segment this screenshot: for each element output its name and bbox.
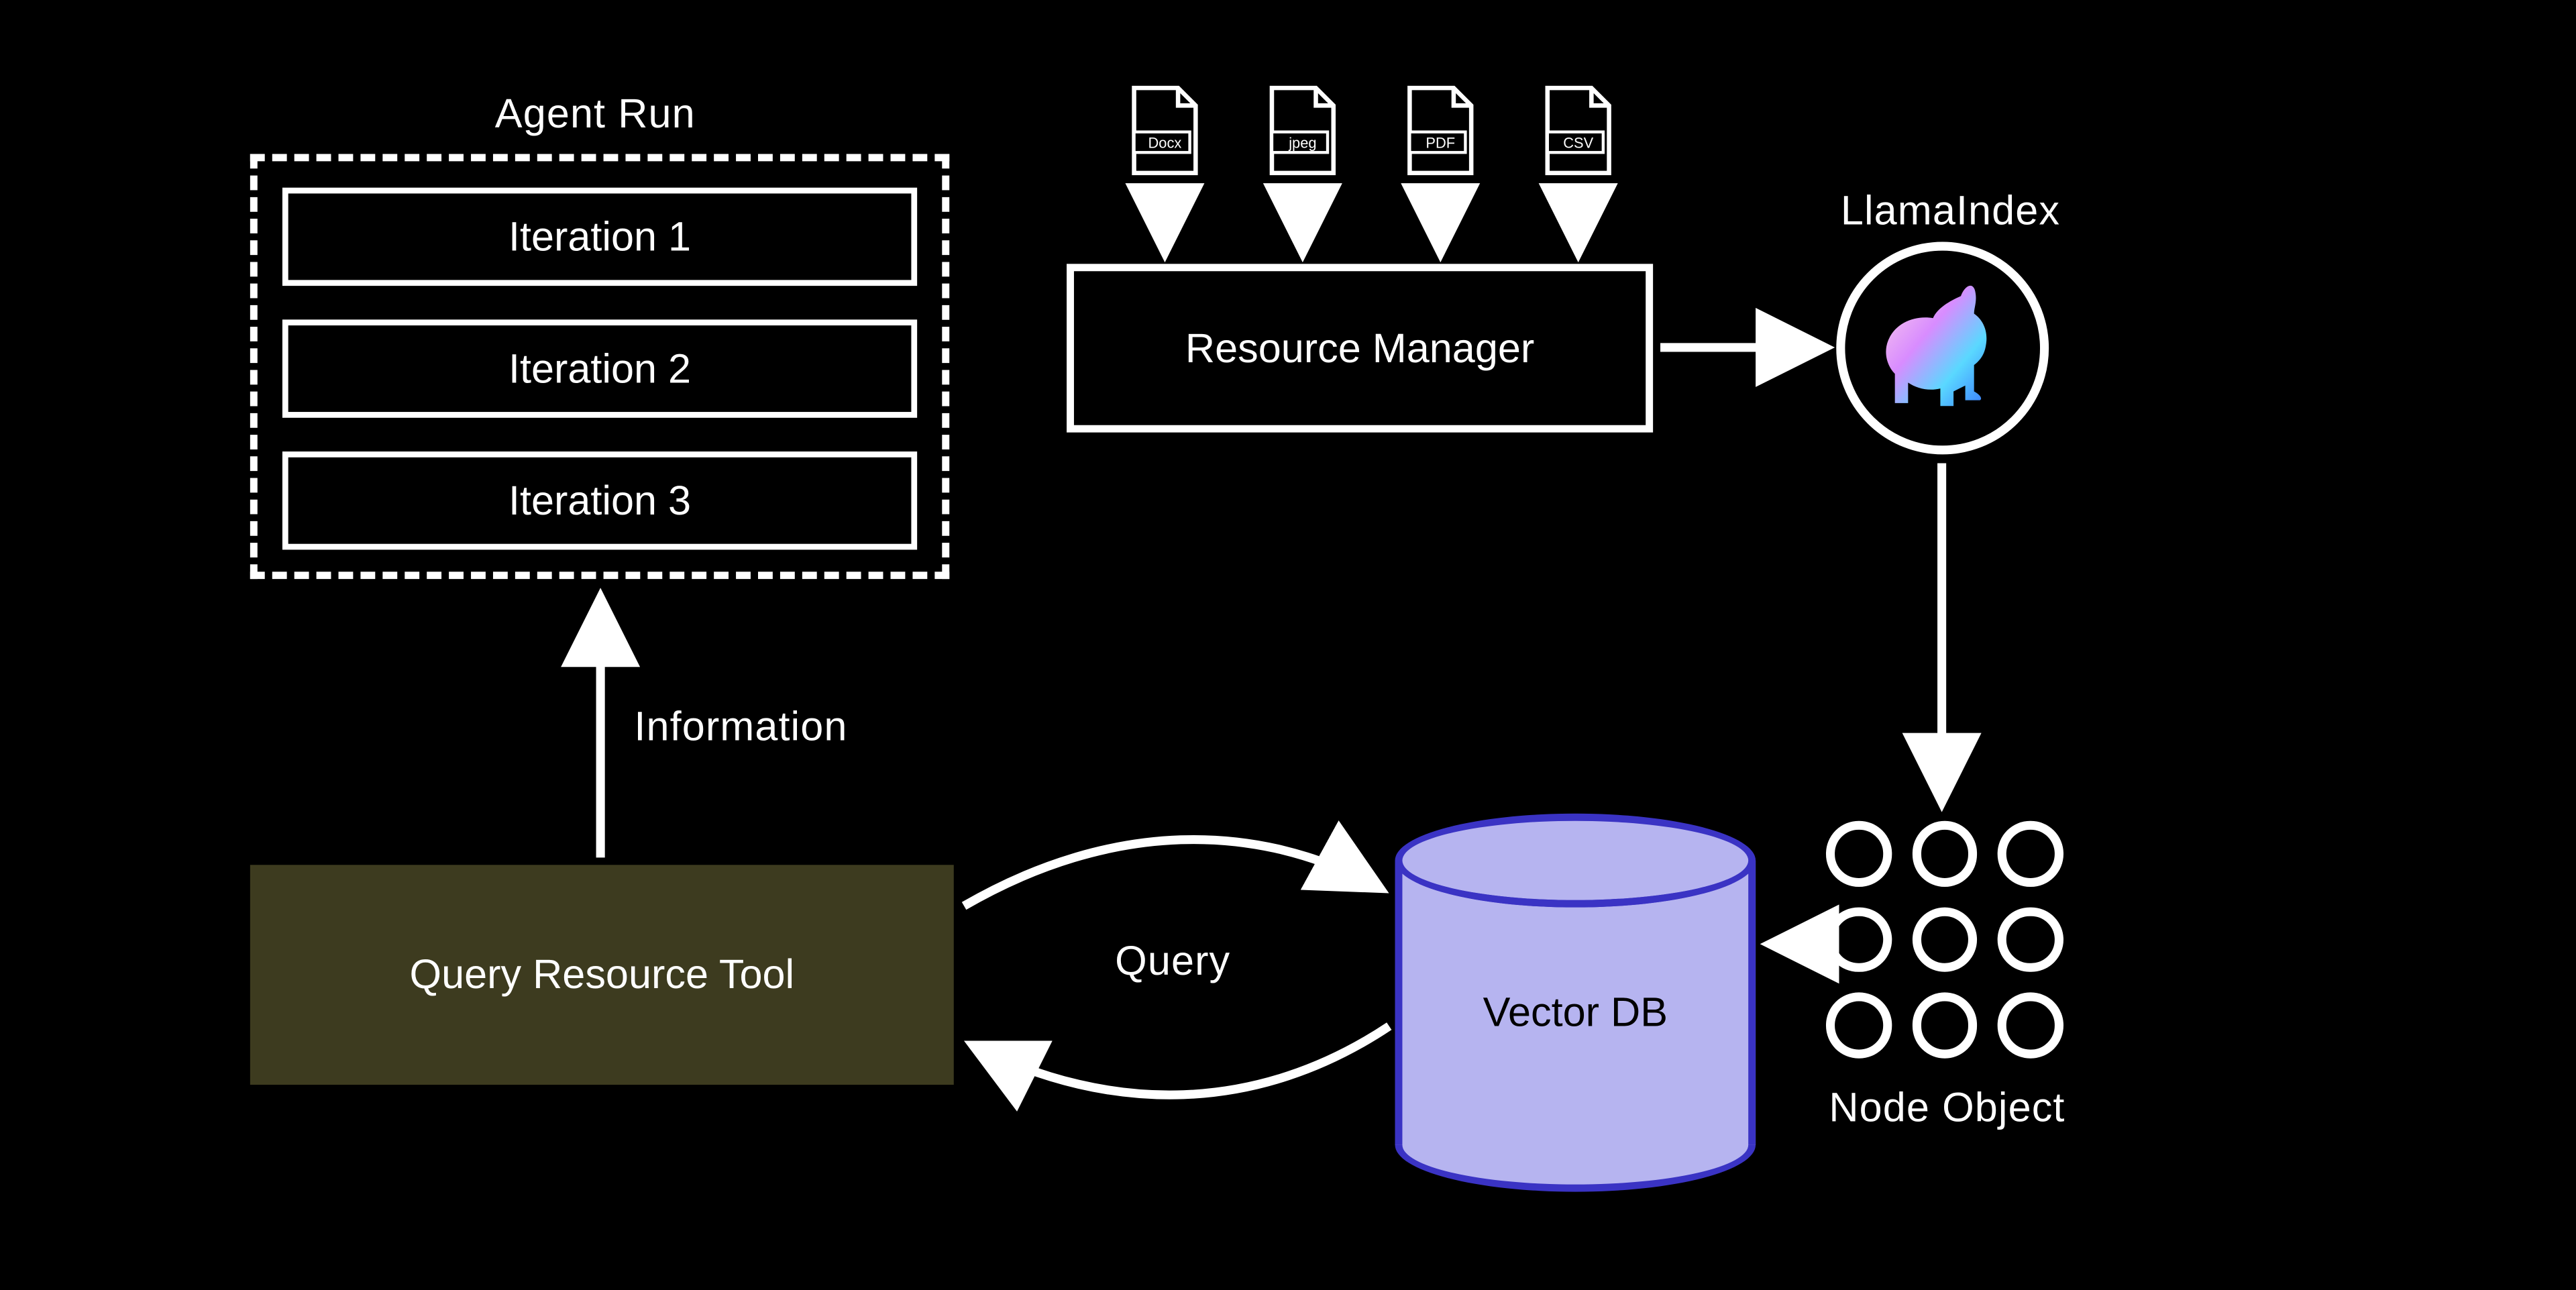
file-label-csv: CSV — [1534, 136, 1622, 152]
node-object-grid — [1826, 821, 2063, 1059]
resource-manager-label: Resource Manager — [1185, 325, 1534, 372]
iteration-box-1: Iteration 1 — [282, 188, 917, 286]
node-object-title: Node Object — [1829, 1085, 2065, 1132]
iteration-label-3: Iteration 3 — [508, 477, 691, 524]
node-dot — [1826, 821, 1892, 887]
file-icon-jpeg — [1266, 85, 1339, 176]
llama-icon — [1869, 275, 2016, 422]
iteration-box-3: Iteration 3 — [282, 451, 917, 549]
node-dot — [1826, 907, 1892, 973]
llamaindex-circle — [1836, 242, 2049, 455]
node-dot — [1998, 821, 2063, 887]
resource-manager-box: Resource Manager — [1067, 264, 1653, 432]
llamaindex-title: LlamaIndex — [1841, 188, 2060, 235]
file-label-pdf: PDF — [1397, 136, 1485, 152]
information-edge-label: Information — [634, 704, 847, 751]
file-icon-pdf — [1404, 85, 1477, 176]
file-icon-csv — [1542, 85, 1615, 176]
query-resource-tool-box: Query Resource Tool — [250, 865, 954, 1085]
node-dot — [1998, 993, 2063, 1059]
node-dot — [1998, 907, 2063, 973]
vector-db-cylinder: Vector DB — [1395, 814, 1756, 1192]
query-resource-tool-label: Query Resource Tool — [410, 951, 795, 998]
query-edge-label: Query — [1115, 938, 1230, 985]
file-icon-docx — [1128, 85, 1201, 176]
iteration-box-2: Iteration 2 — [282, 319, 917, 417]
iteration-label-1: Iteration 1 — [508, 213, 691, 260]
iteration-label-2: Iteration 2 — [508, 345, 691, 392]
node-dot — [1912, 907, 1978, 973]
node-dot — [1912, 821, 1978, 887]
node-dot — [1912, 993, 1978, 1059]
vector-db-label: Vector DB — [1395, 989, 1756, 1036]
file-label-docx: Docx — [1121, 136, 1209, 152]
file-label-jpeg: jpeg — [1258, 136, 1346, 152]
node-dot — [1826, 993, 1892, 1059]
agent-run-title: Agent Run — [495, 91, 696, 138]
